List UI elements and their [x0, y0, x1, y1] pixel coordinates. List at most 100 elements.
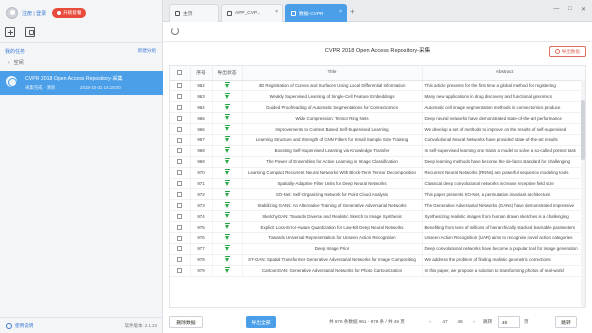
row-checkbox-cell[interactable] — [170, 156, 191, 168]
table-scrollbar[interactable] — [581, 80, 585, 307]
column-header-number[interactable]: 序号 — [190, 66, 213, 81]
export-label: 导出数据 — [561, 48, 580, 54]
page-button-47[interactable]: 47 — [439, 316, 451, 328]
table-row[interactable]: 965 Wide Compression: Tensor Ring Nets Dee… — [170, 112, 585, 125]
table-row[interactable]: 969 The Power of Ensembles for Active Lea… — [170, 156, 585, 168]
table-row[interactable]: 973 Stabilizing GANs: An Alternative Trai… — [170, 199, 585, 212]
toolbar — [163, 22, 592, 42]
next-page-button[interactable]: › — [470, 316, 478, 328]
row-checkbox[interactable] — [177, 137, 183, 143]
close-icon[interactable]: × — [339, 10, 342, 15]
tab-app-cvpr[interactable]: APP_CVP... × — [221, 4, 283, 22]
new-folder-icon[interactable] — [25, 27, 35, 37]
row-checkbox-cell[interactable] — [170, 101, 191, 114]
row-abstract: The Generative Adversarial Networks (GAN… — [422, 199, 585, 212]
row-checkbox[interactable] — [177, 192, 183, 198]
add-tab-icon[interactable]: + — [350, 8, 355, 16]
download-status-icon — [224, 190, 230, 197]
row-checkbox-cell[interactable] — [170, 178, 191, 190]
row-checkbox[interactable] — [177, 268, 183, 274]
export-status-cell — [212, 123, 243, 135]
table-row[interactable]: 971 Spatially-Adaptive Filter Units for D… — [170, 178, 585, 190]
table-row[interactable]: 972 SO-Net: Self-Organizing Network for P… — [170, 188, 585, 201]
row-checkbox-cell[interactable] — [170, 90, 191, 103]
row-checkbox[interactable] — [177, 126, 183, 132]
minimize-icon[interactable]: — — [553, 6, 559, 13]
table-row[interactable]: 974 SketchyGAN: Towards Diverse and Reali… — [170, 210, 585, 223]
row-checkbox-cell[interactable] — [170, 80, 191, 92]
select-all-checkbox[interactable] — [177, 69, 183, 75]
row-checkbox-cell[interactable] — [170, 134, 191, 146]
row-checkbox[interactable] — [177, 202, 183, 208]
table-row[interactable]: 962 3D Registration of Curves and Surface… — [170, 80, 585, 92]
export-all-button[interactable]: 导出全部 — [246, 316, 276, 328]
row-checkbox-cell[interactable] — [170, 145, 191, 157]
row-checkbox[interactable] — [177, 170, 183, 176]
table-row[interactable]: 964 Guided Proofreading of Automatic Segm… — [170, 101, 585, 114]
table-row[interactable]: 963 Weakly Supervised Learning of Single-… — [170, 90, 585, 103]
table-row[interactable]: 975 Explicit Loss-Error-Aware Quantizatio… — [170, 221, 585, 233]
row-checkbox-cell[interactable] — [170, 265, 191, 277]
goto-page-input[interactable]: 49 — [498, 316, 520, 328]
row-checkbox-cell[interactable] — [170, 210, 191, 223]
row-checkbox-cell[interactable] — [170, 199, 191, 212]
row-number: 971 — [190, 178, 213, 190]
table-row[interactable]: 978 ST-GAN: Spatial Transformer Generativ… — [170, 254, 585, 266]
maximize-icon[interactable]: □ — [568, 6, 572, 13]
row-checkbox-cell[interactable] — [170, 167, 191, 179]
row-checkbox[interactable] — [177, 115, 183, 121]
tab-home[interactable]: 主页 — [169, 4, 219, 22]
export-data-button[interactable]: 导出数据 — [548, 46, 586, 57]
row-checkbox[interactable] — [177, 213, 183, 219]
select-all-header[interactable] — [170, 66, 191, 81]
row-checkbox[interactable] — [177, 224, 183, 230]
table-row[interactable]: 977 Deep Image Prior Deep convolutional ne… — [170, 243, 585, 255]
new-task-icon[interactable] — [5, 27, 15, 37]
row-checkbox[interactable] — [177, 257, 183, 263]
login-link[interactable]: 注册 | 登录 — [22, 10, 46, 17]
table-row[interactable]: 979 CartoonGAN: Generative Adversarial Ne… — [170, 265, 585, 277]
table-row[interactable]: 966 Improvements to Context Based Self-Su… — [170, 123, 585, 135]
table-row[interactable]: 970 Learning Compact Recurrent Neural Net… — [170, 167, 585, 179]
prev-page-button[interactable]: ‹ — [426, 316, 434, 328]
close-window-icon[interactable]: ✕ — [581, 6, 586, 13]
task-item[interactable]: CVPR 2018 Open Access Repository-采集 采集完成… — [0, 71, 163, 95]
refresh-icon[interactable] — [171, 27, 179, 35]
download-status-icon — [224, 103, 230, 110]
row-checkbox[interactable] — [177, 235, 183, 241]
close-icon[interactable]: × — [275, 10, 278, 15]
table-row[interactable]: 976 Towards Universal Representation for … — [170, 232, 585, 244]
delete-data-button[interactable]: 删除数据 — [169, 316, 203, 328]
version-text: 软件版本: 2.1.23 — [124, 322, 157, 328]
row-checkbox[interactable] — [177, 148, 183, 154]
help-link[interactable]: 使用说明 — [6, 322, 33, 329]
table-row[interactable]: 968 Boosting Self-Supervised Learning via… — [170, 145, 585, 157]
sidebar: 注册 | 登录 升级套餐 我的任务 新建分组 › 空间 CVPR 2018 Op… — [0, 0, 163, 333]
row-checkbox-cell[interactable] — [170, 188, 191, 201]
row-checkbox[interactable] — [177, 83, 183, 89]
row-checkbox-cell[interactable] — [170, 254, 191, 266]
tab-data-cvpr[interactable]: 数据-CVPR × — [285, 4, 347, 22]
table-row[interactable]: 967 Learning Structure and Strength of CN… — [170, 134, 585, 146]
row-number: 965 — [190, 112, 213, 125]
scrollbar-thumb[interactable] — [581, 100, 585, 160]
column-header-abstract[interactable]: Abstract — [422, 66, 585, 81]
avatar[interactable] — [6, 7, 18, 19]
row-checkbox[interactable] — [177, 181, 183, 187]
row-checkbox-cell[interactable] — [170, 123, 191, 135]
page-button-48[interactable]: 48 — [454, 316, 466, 328]
row-checkbox[interactable] — [177, 246, 183, 252]
goto-button[interactable]: 跳转 — [555, 316, 577, 328]
row-checkbox[interactable] — [177, 104, 183, 110]
row-checkbox[interactable] — [177, 159, 183, 165]
row-checkbox-cell[interactable] — [170, 243, 191, 255]
row-checkbox[interactable] — [177, 94, 183, 99]
group-item[interactable]: › 空间 — [8, 59, 24, 67]
row-checkbox-cell[interactable] — [170, 221, 191, 233]
column-header-title[interactable]: Title — [242, 66, 423, 81]
new-group-link[interactable]: 新建分组 — [138, 48, 156, 54]
column-header-status[interactable]: 导出状态 — [212, 66, 243, 81]
row-checkbox-cell[interactable] — [170, 112, 191, 125]
row-checkbox-cell[interactable] — [170, 232, 191, 244]
upgrade-button[interactable]: 升级套餐 — [52, 8, 87, 18]
